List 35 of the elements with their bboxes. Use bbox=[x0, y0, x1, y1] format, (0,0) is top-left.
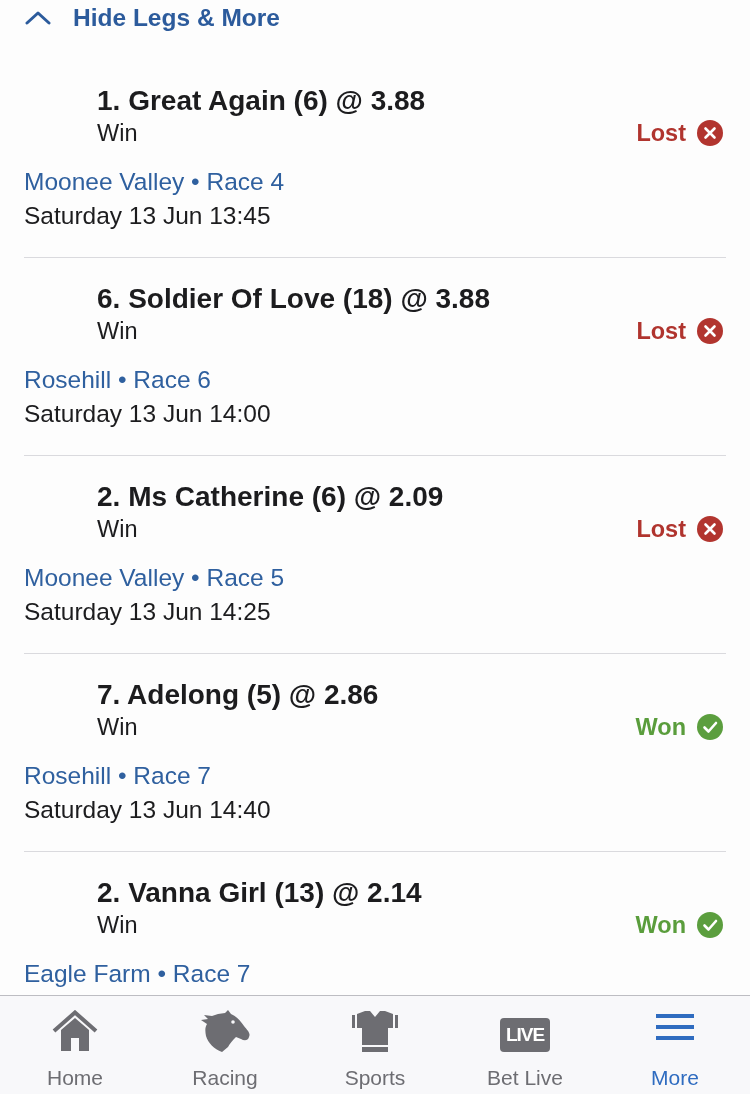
venue-link[interactable]: Moonee Valley • Race 5 bbox=[24, 564, 285, 591]
selection-title: 7. Adelong (5) @ 2.86 bbox=[97, 679, 379, 711]
tab-bar-item[interactable]: Sports bbox=[300, 1008, 450, 1094]
selection-title: 2. Vanna Girl (13) @ 2.14 bbox=[97, 877, 422, 909]
bet-type: Win bbox=[97, 515, 139, 544]
tab-bar-item[interactable]: Home bbox=[0, 1008, 150, 1094]
menu-icon bbox=[656, 1014, 694, 1040]
result-label: Lost bbox=[636, 119, 686, 147]
selection-title: 2. Ms Catherine (6) @ 2.09 bbox=[97, 481, 444, 513]
result-label: Lost bbox=[636, 515, 686, 543]
tab-bar-item[interactable]: Racing bbox=[150, 1008, 300, 1094]
result-label: Won bbox=[635, 911, 686, 939]
race-time: Saturday 13 Jun 14:40 bbox=[24, 796, 271, 823]
live-badge: LIVE bbox=[499, 1018, 551, 1052]
tab-bar-item[interactable]: LIVE Bet Live bbox=[450, 1008, 600, 1094]
race-time: Saturday 13 Jun 14:00 bbox=[24, 400, 271, 427]
bet-type: Win bbox=[97, 911, 139, 940]
horse-head-icon bbox=[199, 1010, 251, 1052]
tab-bar-item[interactable]: More bbox=[600, 1008, 750, 1094]
home-icon bbox=[52, 1010, 98, 1052]
result-label: Won bbox=[635, 713, 686, 741]
venue-link[interactable]: Moonee Valley • Race 4 bbox=[24, 168, 285, 195]
result-label: Lost bbox=[636, 317, 686, 345]
bet-type: Win bbox=[97, 713, 139, 742]
bet-type: Win bbox=[97, 119, 139, 148]
selection-title: 6. Soldier Of Love (18) @ 3.88 bbox=[97, 283, 490, 315]
venue-link[interactable]: Rosehill • Race 6 bbox=[24, 366, 211, 393]
selection-title: 1. Great Again (6) @ 3.88 bbox=[97, 85, 426, 117]
venue-link[interactable]: Rosehill • Race 7 bbox=[24, 762, 211, 789]
hide-legs-button[interactable]: Hide Legs & More bbox=[0, 0, 280, 36]
race-time: Saturday 13 Jun 13:45 bbox=[24, 202, 271, 229]
race-time: Saturday 13 Jun 14:25 bbox=[24, 598, 271, 625]
venue-link[interactable]: Eagle Farm • Race 7 bbox=[24, 960, 251, 987]
jersey-icon bbox=[350, 1010, 400, 1052]
bet-type: Win bbox=[97, 317, 139, 346]
